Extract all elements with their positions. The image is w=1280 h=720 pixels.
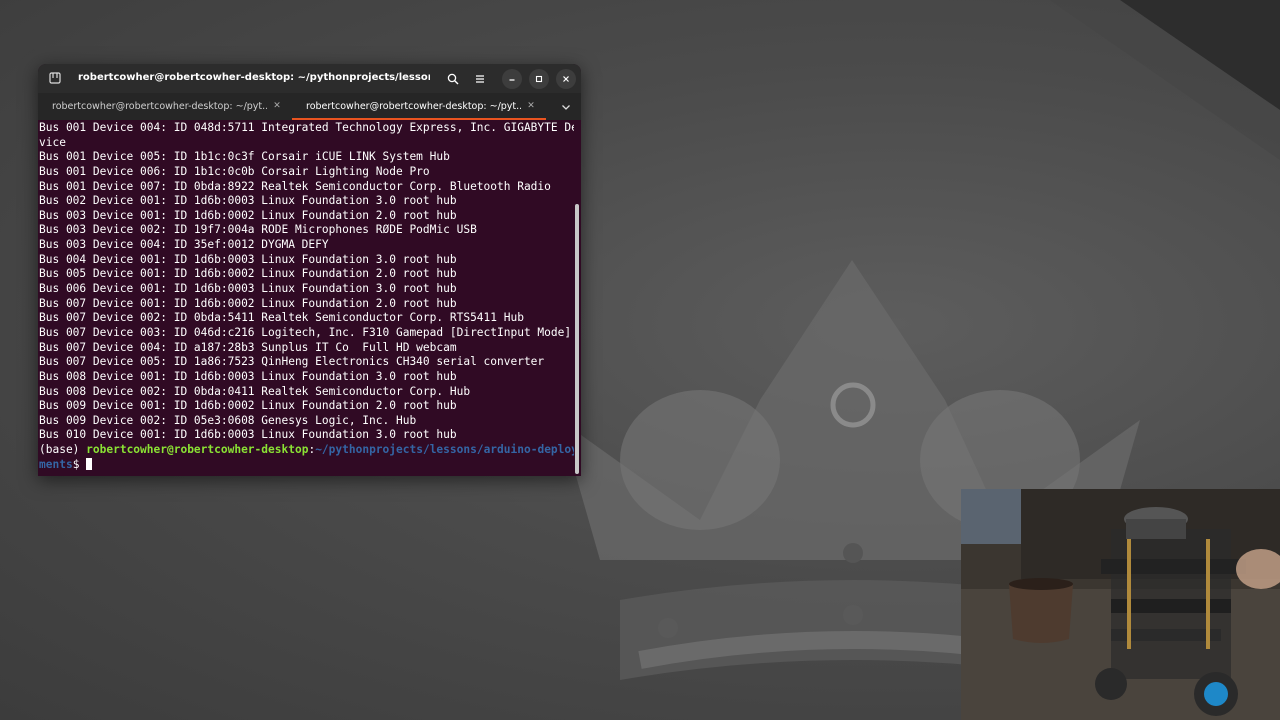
terminal-line: Bus 001 Device 007: ID 0bda:8922 Realtek… <box>39 179 551 193</box>
terminal-output[interactable]: Bus 001 Device 004: ID 048d:5711 Integra… <box>38 120 574 476</box>
terminal-line: Bus 003 Device 001: ID 1d6b:0002 Linux F… <box>39 208 457 222</box>
hamburger-menu-icon[interactable] <box>470 69 490 89</box>
prompt-user-host: robertcowher@robertcowher-desktop <box>86 443 309 457</box>
tab-label: robertcowher@robertcowher-desktop: ~/pyt… <box>306 101 521 112</box>
terminal-line: Bus 001 Device 005: ID 1b1c:0c3f Corsair… <box>39 150 450 164</box>
tab-close-icon[interactable]: ✕ <box>526 101 536 111</box>
terminal-window[interactable]: robertcowher@robertcowher-desktop: ~/pyt… <box>38 64 581 476</box>
terminal-line: Bus 003 Device 002: ID 19f7:004a RODE Mi… <box>39 223 477 237</box>
terminal-line: Bus 007 Device 001: ID 1d6b:0002 Linux F… <box>39 296 457 310</box>
terminal-line: Bus 006 Device 001: ID 1d6b:0003 Linux F… <box>39 282 457 296</box>
prompt-env: (base) <box>39 443 87 457</box>
terminal-line: Bus 010 Device 001: ID 1d6b:0003 Linux F… <box>39 428 457 442</box>
tab-close-icon[interactable]: ✕ <box>272 101 282 111</box>
terminal-line: Bus 008 Device 002: ID 0bda:0411 Realtek… <box>39 384 471 398</box>
search-icon[interactable] <box>443 69 463 89</box>
terminal-line: Bus 007 Device 005: ID 1a86:7523 QinHeng… <box>39 355 545 369</box>
tab-1[interactable]: robertcowher@robertcowher-desktop: ~/pyt… <box>38 93 292 120</box>
chevron-down-icon[interactable] <box>559 100 573 114</box>
tab-label: robertcowher@robertcowher-desktop: ~/pyt… <box>52 101 267 112</box>
terminal-line: vice <box>39 135 66 149</box>
prompt-symbol: $ <box>72 457 87 471</box>
terminal-line: Bus 009 Device 001: ID 1d6b:0002 Linux F… <box>39 399 457 413</box>
prompt-line: (base) robertcowher@robertcowher-desktop… <box>39 443 574 458</box>
minimize-icon[interactable] <box>502 69 522 89</box>
text-cursor <box>86 457 93 470</box>
close-icon[interactable] <box>556 69 576 89</box>
terminal-line: Bus 002 Device 001: ID 1d6b:0003 Linux F… <box>39 194 457 208</box>
tab-2[interactable]: robertcowher@robertcowher-desktop: ~/pyt… <box>292 93 546 120</box>
tab-bar: robertcowher@robertcowher-desktop: ~/pyt… <box>38 93 581 120</box>
prompt-line-continued[interactable]: ments$ <box>39 457 574 473</box>
terminal-line: Bus 009 Device 002: ID 05e3:0608 Genesys… <box>39 413 417 427</box>
terminal-line: Bus 007 Device 003: ID 046d:c216 Logitec… <box>39 325 572 339</box>
webcam-feed <box>961 489 1280 720</box>
prompt-path-continued: ments <box>39 457 73 471</box>
maximize-icon[interactable] <box>529 69 549 89</box>
terminal-line: Bus 005 Device 001: ID 1d6b:0002 Linux F… <box>39 267 457 281</box>
terminal-line: Bus 008 Device 001: ID 1d6b:0003 Linux F… <box>39 369 457 383</box>
terminal-line: Bus 001 Device 006: ID 1b1c:0c0b Corsair… <box>39 164 430 178</box>
terminal-line: Bus 007 Device 004: ID a187:28b3 Sunplus… <box>39 340 457 354</box>
terminal-headerbar[interactable]: robertcowher@robertcowher-desktop: ~/pyt… <box>38 64 581 93</box>
terminal-line: Bus 007 Device 002: ID 0bda:5411 Realtek… <box>39 311 524 325</box>
terminal-line: Bus 001 Device 004: ID 048d:5711 Integra… <box>39 121 574 134</box>
terminal-line: Bus 003 Device 004: ID 35ef:0012 DYGMA D… <box>39 238 329 252</box>
window-title: robertcowher@robertcowher-desktop: ~/pyt… <box>78 72 430 83</box>
terminal-line: Bus 004 Device 001: ID 1d6b:0003 Linux F… <box>39 252 457 266</box>
new-tab-icon[interactable] <box>49 72 61 84</box>
terminal-scrollbar[interactable] <box>575 204 579 474</box>
prompt-path: ~/pythonprojects/lessons/arduino-deploy <box>315 443 574 457</box>
